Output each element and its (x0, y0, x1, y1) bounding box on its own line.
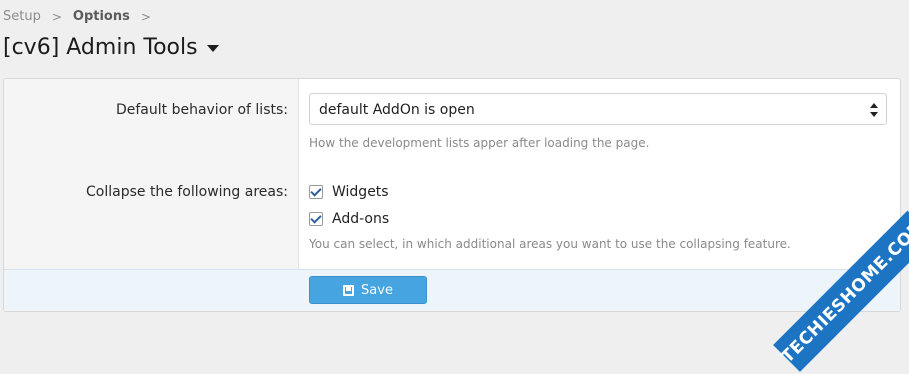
chevron-right-icon: > (51, 9, 62, 24)
collapse-areas-label: Collapse the following areas: (86, 184, 288, 200)
addons-label: Add-ons (332, 211, 390, 227)
default-behavior-label: Default behavior of lists: (115, 102, 288, 118)
select-arrows-icon (870, 103, 878, 117)
breadcrumb-item-setup[interactable]: Setup (3, 9, 41, 24)
caret-down-icon (206, 45, 219, 52)
widgets-label: Widgets (332, 184, 389, 200)
collapse-areas-hint: You can select, in which additional area… (309, 237, 791, 251)
default-behavior-selected: default AddOn is open (319, 102, 475, 118)
widgets-checkbox[interactable] (309, 185, 323, 199)
collapse-addons-option[interactable]: Add-ons (309, 211, 389, 227)
breadcrumb-item-options[interactable]: Options (73, 9, 130, 24)
form-footer: Save (4, 269, 900, 311)
form-label-column: Default behavior of lists: Collapse the … (4, 79, 299, 269)
save-button[interactable]: Save (309, 276, 427, 304)
save-icon (343, 284, 355, 296)
page-title-menu[interactable]: [cv6] Admin Tools (3, 35, 219, 60)
collapse-widgets-option[interactable]: Widgets (309, 184, 389, 200)
addons-checkbox[interactable] (309, 212, 323, 226)
default-behavior-select[interactable]: default AddOn is open (309, 93, 887, 125)
save-button-label: Save (361, 282, 393, 298)
chevron-right-icon: > (140, 9, 151, 24)
breadcrumb: Setup > Options > (3, 9, 162, 24)
options-form: Default behavior of lists: Collapse the … (3, 78, 901, 312)
page-title: [cv6] Admin Tools (3, 35, 198, 60)
default-behavior-hint: How the development lists apper after lo… (309, 136, 650, 150)
